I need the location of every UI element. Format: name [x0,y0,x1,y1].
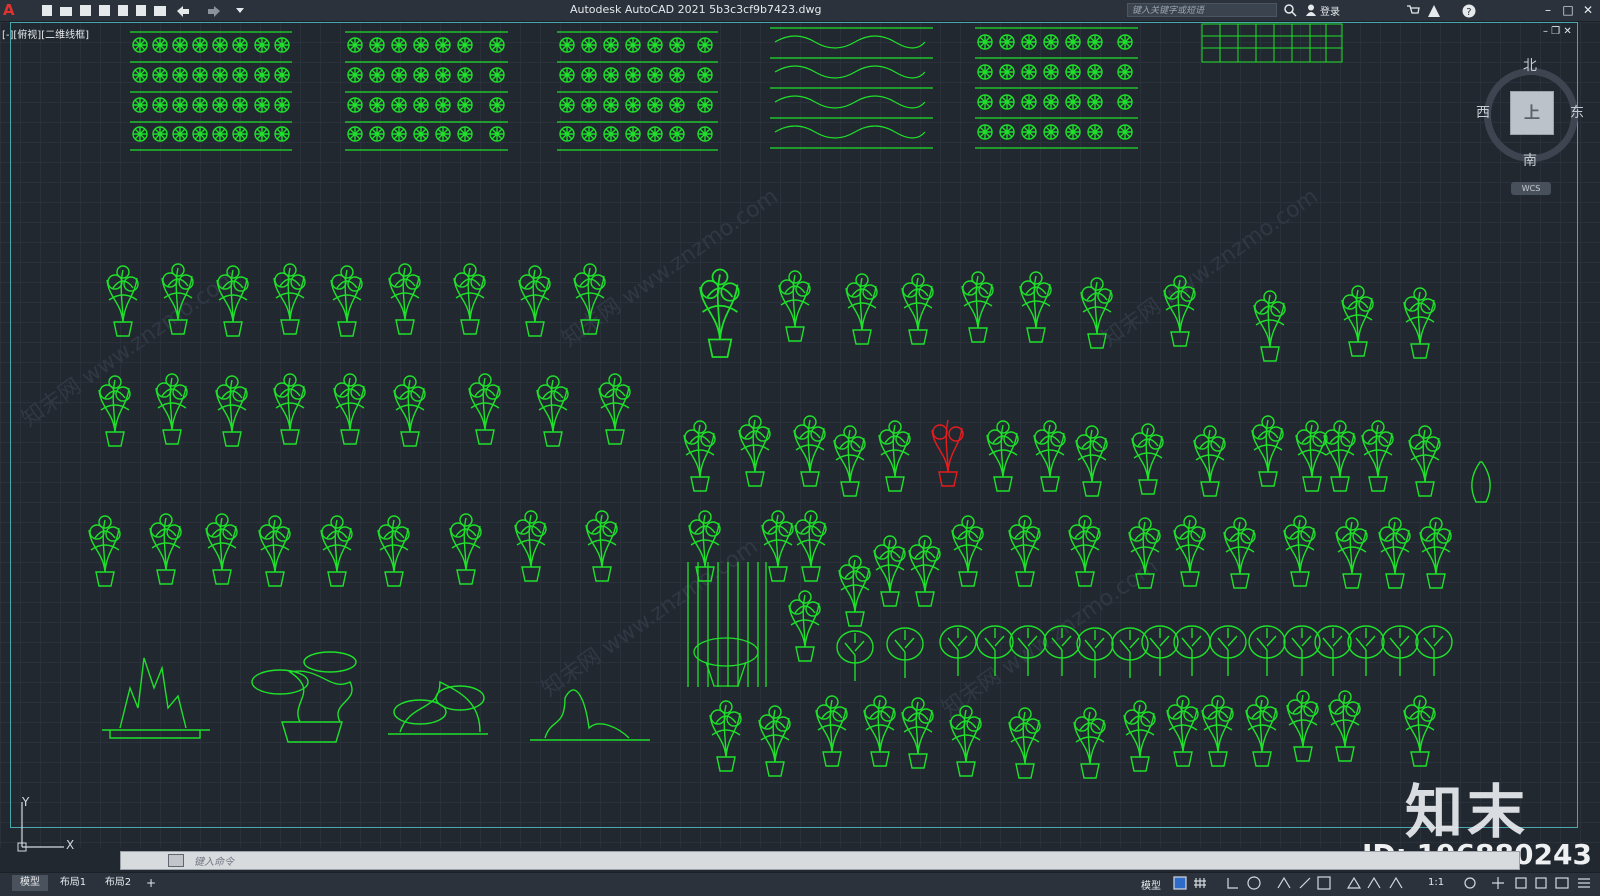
quick-properties-icon[interactable] [1535,877,1547,889]
symbol-grid-1-items [132,37,290,142]
symbol-grid-4 [770,27,933,149]
autodesk-connect-icon[interactable] [1427,4,1441,18]
brand-watermark: 知末 [1405,778,1530,846]
close-window-button[interactable]: ✕ [1580,2,1596,18]
viewcube-top-face[interactable]: 上 [1510,91,1554,135]
customize-toolbar-icon[interactable] [236,8,244,13]
quick-access-toolbar [42,5,244,17]
annotation-scale-value[interactable]: 1:1 [1428,877,1444,888]
legend-table [1201,23,1343,63]
tab-layout1[interactable]: 布局1 [55,875,91,891]
symbol-grid-3-items [559,37,713,142]
bonsai-row [102,651,650,743]
units-icon[interactable] [1515,877,1527,889]
compass-north[interactable]: 北 [1523,55,1537,75]
command-recent-icon[interactable] [168,854,184,867]
help-icon[interactable]: ? [1462,4,1476,18]
redo-icon[interactable] [208,6,220,17]
red-plant [931,419,964,487]
compass-west[interactable]: 西 [1476,102,1490,122]
autocad-logo-icon[interactable]: A [3,1,15,19]
annotation-monitor-icon[interactable] [1492,877,1504,889]
ucs-y-label: Y [22,795,30,809]
publish-icon[interactable] [118,5,128,16]
plant-row-1 [106,263,1436,362]
bottom-row-plants [709,690,1436,779]
plant-row-3 [88,510,1452,687]
snap-icon[interactable] [1194,878,1206,888]
tab-model[interactable]: 模型 [12,875,48,891]
command-input[interactable]: 键入命令 [194,853,1094,868]
object-snap-icon[interactable] [1317,876,1331,890]
annotation-visibility-icon[interactable] [1346,876,1362,889]
compass-south[interactable]: 南 [1523,150,1537,170]
customization-menu-icon[interactable] [1578,878,1590,888]
ortho-icon[interactable] [1227,878,1238,889]
undo-icon[interactable] [177,6,189,17]
symbol-grid-2-items [347,37,505,142]
add-layout-tab[interactable]: + [143,875,159,891]
model-space-toggle[interactable]: 模型 [1141,877,1161,892]
status-toolbar-right [1464,877,1590,889]
save-as-icon[interactable] [99,5,110,16]
save-icon[interactable] [80,5,91,16]
search-icon[interactable] [1284,4,1298,18]
annotation-scale-icon[interactable] [1389,876,1403,889]
compass-east[interactable]: 东 [1570,102,1584,122]
ucs-x-label: X [66,838,75,852]
auto-scale-icon[interactable] [1367,876,1381,889]
object-snap-tracking-icon[interactable] [1299,877,1311,889]
new-file-icon[interactable] [42,5,52,16]
window-title: Autodesk AutoCAD 2021 5b3c3cf9b7423.dwg [570,3,822,16]
tree-row [836,625,1453,682]
login-link[interactable]: 登录 [1320,3,1340,18]
isodraft-icon[interactable] [1277,876,1291,889]
cart-icon[interactable] [1406,4,1420,18]
print-icon[interactable] [154,6,166,16]
cad-drawing[interactable] [0,22,1600,848]
grid-icon[interactable] [1173,876,1187,890]
symbol-grid-5-items [977,34,1133,140]
tab-layout2[interactable]: 布局2 [100,875,136,891]
maximize-button[interactable]: □ [1560,2,1576,18]
clean-screen-icon[interactable] [1555,877,1569,889]
workspace-gear-icon[interactable] [1464,877,1476,889]
title-bar: A Autodesk AutoCAD 2021 5b3c3cf9b7423.dw… [0,0,1600,22]
plot-preview-icon[interactable] [136,5,146,16]
open-file-icon[interactable] [60,7,72,16]
wcs-menu-button[interactable]: WCS [1511,182,1551,195]
svg-text:?: ? [1466,7,1471,18]
polar-tracking-icon[interactable] [1247,876,1261,890]
search-input[interactable]: 键入关键字或短语 [1127,3,1277,17]
minimize-button[interactable]: – [1540,2,1556,18]
user-icon[interactable] [1305,4,1317,16]
plant-row-2 [98,373,1491,503]
